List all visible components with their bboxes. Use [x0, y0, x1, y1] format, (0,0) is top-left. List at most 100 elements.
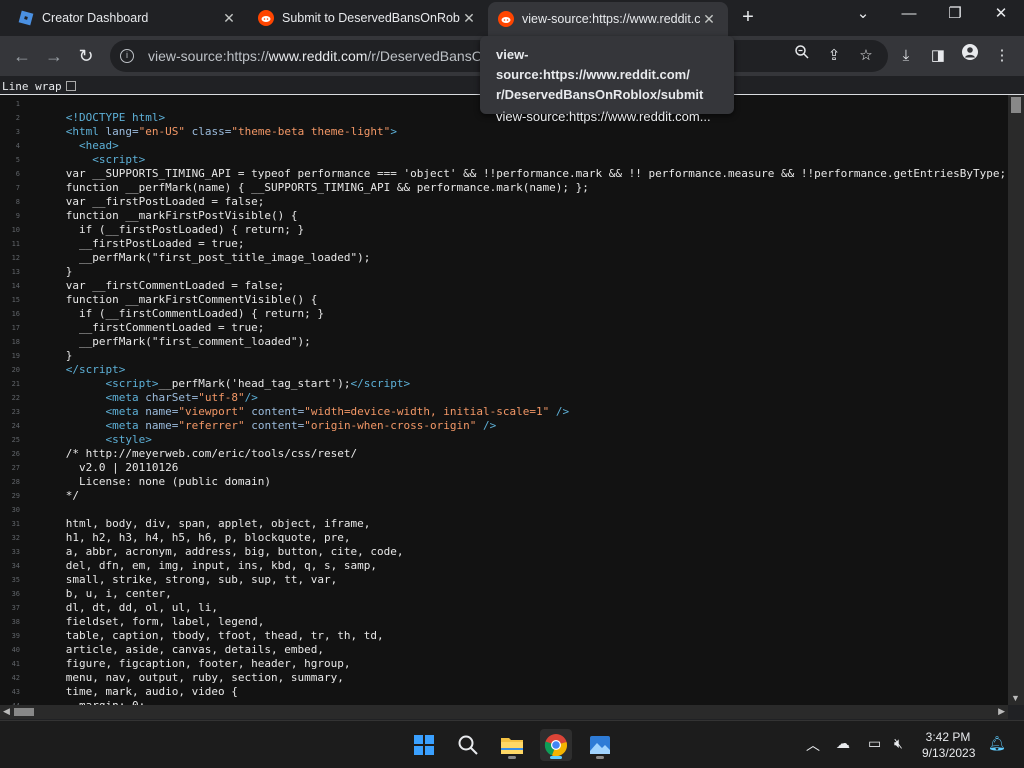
scroll-thumb[interactable]: [14, 708, 34, 716]
source-line: 10 if (__firstPostLoaded) { return; }: [0, 223, 1008, 237]
new-tab-button[interactable]: +: [736, 6, 760, 30]
tab-title: Creator Dashboard: [42, 11, 149, 25]
source-line: 35 small, strike, strong, sub, sup, tt, …: [0, 573, 1008, 587]
line-number: 23: [11, 408, 20, 416]
source-line: 9 function __markFirstPostVisible() {: [0, 209, 1008, 223]
clock[interactable]: 3:42 PM 9/13/2023: [922, 729, 976, 761]
tab-creator-dashboard[interactable]: Creator Dashboard ✕: [8, 0, 248, 36]
display-icon[interactable]: ▭: [868, 735, 881, 752]
file-explorer-icon[interactable]: [496, 729, 528, 761]
download-icon[interactable]: ⤓: [894, 44, 918, 68]
share-icon[interactable]: ⇪: [822, 44, 846, 68]
line-number: 32: [11, 534, 20, 542]
running-indicator: [550, 756, 562, 759]
back-arrow-icon[interactable]: ←: [10, 44, 34, 68]
tooltip-title: view-source:https://www.reddit.com/ r/De…: [496, 47, 704, 102]
line-number: 2: [15, 114, 20, 122]
tab-strip: Creator Dashboard ✕ Submit to DeservedBa…: [0, 0, 1024, 36]
line-number: 21: [11, 380, 20, 388]
line-number: 40: [11, 646, 20, 654]
line-number: 8: [15, 198, 20, 206]
source-line: 28 License: none (public domain): [0, 475, 1008, 489]
line-number: 3: [15, 128, 20, 136]
restore-icon[interactable]: ❐: [932, 0, 978, 30]
source-line: 30: [0, 503, 1008, 517]
line-number: 27: [11, 464, 20, 472]
search-icon[interactable]: [452, 729, 484, 761]
volume-muted-icon[interactable]: 🔇︎: [894, 735, 903, 752]
zoom-icon[interactable]: [790, 44, 814, 68]
line-number: 25: [11, 436, 20, 444]
clock-time: 3:42 PM: [925, 730, 971, 744]
line-number: 35: [11, 576, 20, 584]
line-number: 10: [11, 226, 20, 234]
source-line: 8 var __firstPostLoaded = false;: [0, 195, 1008, 209]
profile-icon[interactable]: [958, 44, 982, 68]
vertical-scrollbar[interactable]: ▼: [1008, 95, 1024, 705]
line-number: 34: [11, 562, 20, 570]
line-number: 29: [11, 492, 20, 500]
line-number: 5: [15, 156, 20, 164]
info-icon[interactable]: i: [120, 49, 134, 63]
source-line: 4 <head>: [0, 139, 1008, 153]
source-line: 26 /* http://meyerweb.com/eric/tools/css…: [0, 447, 1008, 461]
line-wrap-checkbox[interactable]: [65, 81, 76, 91]
reload-icon[interactable]: ↻: [74, 44, 98, 68]
source-line: 37 dl, dt, dd, ol, ul, li,: [0, 601, 1008, 615]
line-number: 17: [11, 324, 20, 332]
line-number: 24: [11, 422, 20, 430]
minimize-icon[interactable]: —: [886, 0, 932, 30]
chrome-icon[interactable]: [540, 729, 572, 761]
line-number: 11: [11, 240, 20, 248]
source-line: 34 del, dfn, em, img, input, ins, kbd, q…: [0, 559, 1008, 573]
line-number: 38: [11, 618, 20, 626]
scroll-right-arrow-icon[interactable]: ▶: [998, 706, 1005, 717]
line-number: 19: [11, 352, 20, 360]
line-number: 30: [11, 506, 20, 514]
line-number: 7: [15, 184, 20, 192]
tab-title: Submit to DeservedBansOnRoblox: [282, 11, 460, 25]
line-number: 9: [15, 212, 20, 220]
line-number: 20: [11, 366, 20, 374]
reddit-icon: [258, 10, 274, 26]
close-icon[interactable]: ✕: [460, 10, 478, 27]
source-line: 43 time, mark, audio, video {: [0, 685, 1008, 699]
source-line: 21 <script>__perfMark('head_tag_start');…: [0, 377, 1008, 391]
line-number: 18: [11, 338, 20, 346]
scroll-thumb[interactable]: [1011, 97, 1021, 113]
source-line: 23 <meta name="viewport" content="width=…: [0, 405, 1008, 419]
line-number: 6: [15, 170, 20, 178]
tooltip-url: view-source:https://www.reddit.com...: [496, 109, 711, 124]
source-line: 16 if (__firstCommentLoaded) { return; }: [0, 307, 1008, 321]
source-line: 15 function __markFirstCommentVisible() …: [0, 293, 1008, 307]
line-number: 43: [11, 688, 20, 696]
source-line: 11 __firstPostLoaded = true;: [0, 237, 1008, 251]
source-line: 22 <meta charSet="utf-8"/>: [0, 391, 1008, 405]
photos-icon[interactable]: [584, 729, 616, 761]
close-icon[interactable]: ✕: [220, 10, 238, 27]
line-number: 41: [11, 660, 20, 668]
forward-arrow-icon[interactable]: →: [42, 44, 66, 68]
menu-icon[interactable]: ⋮: [990, 44, 1014, 68]
line-number: 12: [11, 254, 20, 262]
side-panel-icon[interactable]: ◨: [926, 44, 950, 68]
tab-view-source[interactable]: view-source:https://www.reddit.com ✕: [488, 2, 728, 36]
tab-submit-reddit[interactable]: Submit to DeservedBansOnRoblox ✕: [248, 0, 488, 36]
scroll-left-arrow-icon[interactable]: ◀: [3, 706, 10, 717]
onedrive-icon[interactable]: ☁: [836, 735, 850, 752]
chevron-up-icon[interactable]: ︿: [806, 735, 820, 755]
tab-search-icon[interactable]: ⌄: [840, 0, 886, 30]
close-icon[interactable]: ✕: [700, 11, 718, 28]
line-wrap-label: Line wrap: [2, 79, 62, 93]
line-number: 22: [11, 394, 20, 402]
horizontal-scrollbar[interactable]: ◀ ▶: [0, 705, 1008, 719]
scroll-down-arrow-icon[interactable]: ▼: [1011, 693, 1020, 703]
source-line: 42 menu, nav, output, ruby, section, sum…: [0, 671, 1008, 685]
notification-bell-icon[interactable]: 🔔︎: [988, 735, 1006, 752]
bookmark-star-icon[interactable]: ☆: [854, 44, 878, 68]
window-close-icon[interactable]: ✕: [978, 0, 1024, 30]
source-line: 20 </script>: [0, 363, 1008, 377]
windows-start-icon[interactable]: [408, 729, 440, 761]
clock-date: 9/13/2023: [922, 746, 976, 760]
line-number: 14: [11, 282, 20, 290]
